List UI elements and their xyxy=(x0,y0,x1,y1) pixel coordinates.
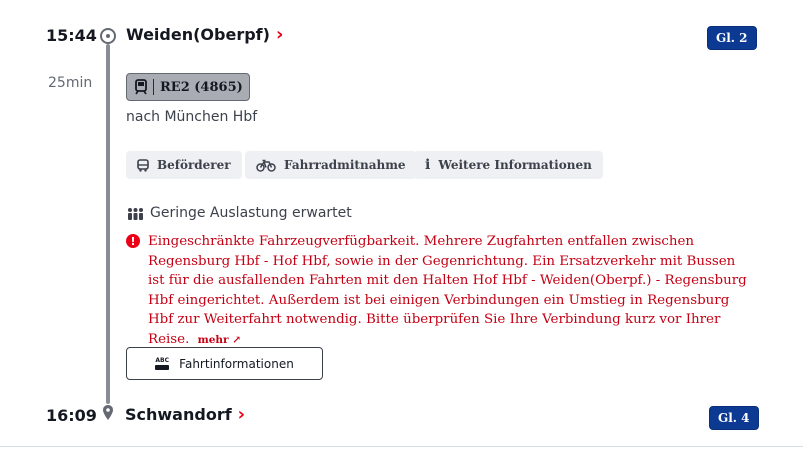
departure-stop-marker-icon xyxy=(100,28,116,44)
divider xyxy=(0,446,803,447)
train-label: RE2 (4865) xyxy=(160,79,243,95)
departure-platform-badge: Gl. 2 xyxy=(707,26,757,50)
more-info-chip[interactable]: i Weitere Informationen xyxy=(414,151,603,179)
disruption-text: Eingeschränkte Fahrzeugverfügbarkeit. Me… xyxy=(148,234,747,347)
chip-label: Fahrradmitnahme xyxy=(284,158,406,172)
arrival-location-pin-icon xyxy=(103,405,113,420)
trip-info-button[interactable]: ABC Fahrtinformationen xyxy=(126,347,323,380)
bicycle-chip[interactable]: Fahrradmitnahme xyxy=(245,151,417,179)
occupancy-info: Geringe Auslastung erwartet xyxy=(127,205,352,221)
arrival-station-link[interactable]: Schwandorf › xyxy=(125,405,245,424)
bicycle-icon xyxy=(256,159,276,172)
people-icon xyxy=(128,207,143,220)
more-link[interactable]: mehr ↗ xyxy=(198,334,241,346)
arrival-time: 16:09 xyxy=(46,406,97,425)
carrier-chip[interactable]: Beförderer xyxy=(126,151,242,179)
trip-info-label: Fahrtinformationen xyxy=(179,356,294,371)
occupancy-label: Geringe Auslastung erwartet xyxy=(150,205,352,221)
info-icon: i xyxy=(425,157,431,173)
train-badge[interactable]: RE2 (4865) xyxy=(126,73,250,101)
bus-icon xyxy=(137,158,149,172)
journey-duration: 25min xyxy=(48,75,93,91)
ticket-abc-icon: ABC xyxy=(155,357,170,370)
train-direction: nach München Hbf xyxy=(126,109,258,125)
arrival-platform-badge: Gl. 4 xyxy=(709,406,759,430)
departure-station-name: Weiden(Oberpf) xyxy=(126,25,270,44)
chip-label: Beförderer xyxy=(157,158,231,172)
chip-label: Weitere Informationen xyxy=(438,158,592,172)
chevron-right-icon: › xyxy=(237,403,246,425)
disruption-message: Eingeschränkte Fahrzeugverfügbarkeit. Me… xyxy=(148,232,748,351)
train-icon xyxy=(135,79,147,95)
chevron-right-icon: › xyxy=(275,23,284,45)
departure-time: 15:44 xyxy=(46,26,97,45)
departure-station-link[interactable]: Weiden(Oberpf) › xyxy=(126,25,283,44)
arrival-station-name: Schwandorf xyxy=(125,405,232,424)
journey-timeline xyxy=(106,44,110,404)
badge-separator xyxy=(153,79,154,95)
warning-icon: ! xyxy=(126,234,140,248)
